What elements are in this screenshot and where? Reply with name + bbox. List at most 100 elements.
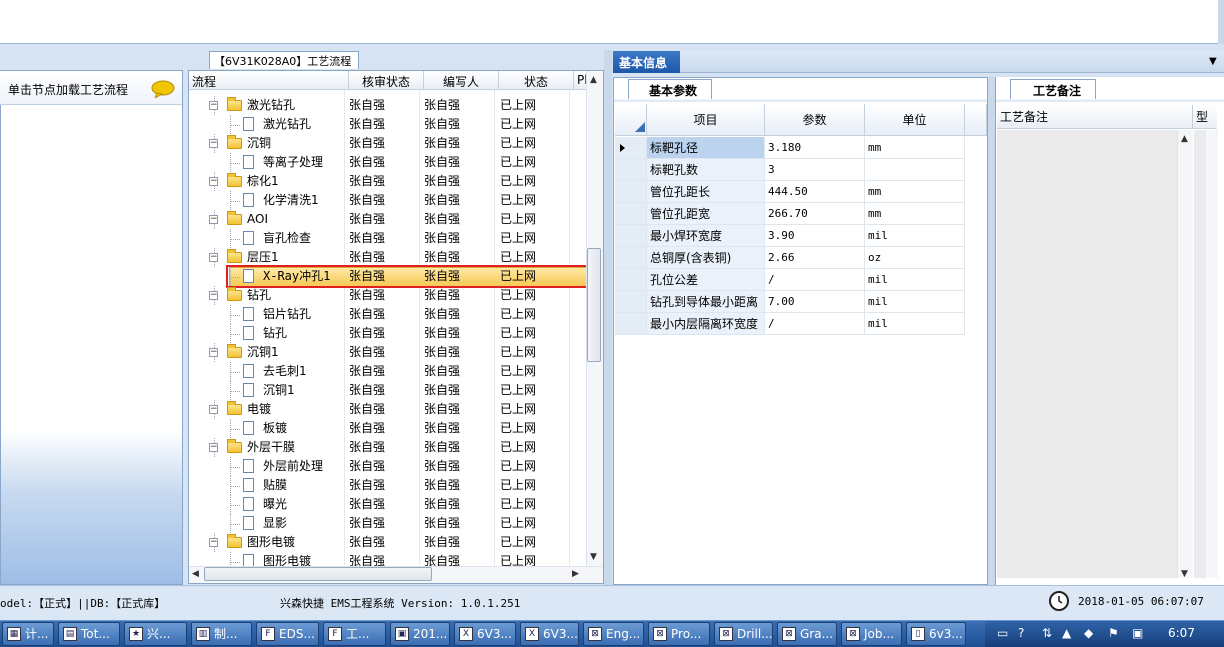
middle-splitter[interactable] <box>604 50 612 585</box>
tree-row[interactable]: 去毛刺1 张自强 张自强 已上网 <box>189 362 587 381</box>
right-splitter[interactable] <box>988 77 995 585</box>
notes-scroll-up-icon[interactable]: ▲ <box>1181 134 1188 144</box>
help-icon[interactable]: ? <box>1018 626 1024 640</box>
notes-column-header[interactable]: 工艺备注 <box>997 105 1193 129</box>
tree-row[interactable]: 曝光 张自强 张自强 已上网 <box>189 495 587 514</box>
scroll-up-icon[interactable]: ▲ <box>590 75 597 85</box>
tree-row[interactable]: 等离子处理 张自强 张自强 已上网 <box>189 153 587 172</box>
param-row[interactable]: 管位孔距宽 266.70 mm <box>615 203 965 225</box>
collapse-toggle-icon[interactable]: − <box>209 538 218 547</box>
tree-row[interactable]: − AOI 张自强 张自强 已上网 <box>189 210 587 229</box>
row-selector[interactable] <box>615 291 647 313</box>
notes-scrollbar[interactable] <box>1177 130 1193 578</box>
tree-row[interactable]: 板镀 张自强 张自强 已上网 <box>189 419 587 438</box>
row-selector[interactable] <box>615 313 647 335</box>
tree-row[interactable]: − 外层干膜 张自强 张自强 已上网 <box>189 438 587 457</box>
param-row[interactable]: 总铜厚(含表铜) 2.66 oz <box>615 247 965 269</box>
col-header-author[interactable]: 编写人 <box>424 71 499 90</box>
param-row[interactable]: 管位孔距长 444.50 mm <box>615 181 965 203</box>
panel-dropdown-icon[interactable]: ▼ <box>1209 56 1217 67</box>
tree-row[interactable]: 激光钻孔 张自强 张自强 已上网 <box>189 115 587 134</box>
tree-row[interactable]: 贴膜 张自强 张自强 已上网 <box>189 476 587 495</box>
grid-header-value[interactable]: 参数 <box>765 104 865 136</box>
row-selector[interactable] <box>615 247 647 269</box>
taskbar-button[interactable]: ▯ 6v3... <box>906 622 966 646</box>
collapse-toggle-icon[interactable]: − <box>209 291 218 300</box>
param-row[interactable]: 孔位公差 / mil <box>615 269 965 291</box>
taskbar-button[interactable]: ▥ 制... <box>191 622 252 646</box>
tree-row[interactable]: − 图形电镀 张自强 张自强 已上网 <box>189 533 587 552</box>
row-selector[interactable] <box>615 203 647 225</box>
notes-type-scrollbar[interactable] <box>1206 130 1218 578</box>
taskbar-button[interactable]: X 6V3... <box>454 622 516 646</box>
tab-basic-params[interactable]: 基本参数 <box>628 79 712 100</box>
param-row[interactable]: 标靶孔径 3.180 mm <box>615 137 965 159</box>
taskbar-button[interactable]: F 工... <box>323 622 386 646</box>
notes-column-header-type[interactable]: 型 <box>1193 105 1217 129</box>
taskbar-button[interactable]: X 6V3... <box>520 622 579 646</box>
row-selector[interactable] <box>615 225 647 247</box>
keyboard-icon[interactable]: ▭ <box>997 626 1008 640</box>
taskbar-button[interactable]: ★ 兴... <box>124 622 187 646</box>
collapse-toggle-icon[interactable]: − <box>209 443 218 452</box>
param-value[interactable]: / <box>765 269 865 291</box>
tree-row[interactable]: 盲孔检查 张自强 张自强 已上网 <box>189 229 587 248</box>
taskbar-button[interactable]: ▣ 201... <box>390 622 450 646</box>
taskbar-button[interactable]: F EDS... <box>256 622 319 646</box>
row-selector[interactable] <box>615 269 647 291</box>
taskbar-button[interactable]: ▦ 计... <box>2 622 54 646</box>
tab-basic-info[interactable]: 基本信息 <box>613 51 680 73</box>
tree-row[interactable]: 外层前处理 张自强 张自强 已上网 <box>189 457 587 476</box>
tree-row[interactable]: − 电镀 张自强 张自强 已上网 <box>189 400 587 419</box>
chat-bubble-icon[interactable] <box>151 80 175 98</box>
col-header-status[interactable]: 状态 <box>499 71 574 90</box>
collapse-toggle-icon[interactable]: − <box>209 101 218 110</box>
param-value[interactable]: 266.70 <box>765 203 865 225</box>
row-selector[interactable] <box>615 159 647 181</box>
taskbar-clock[interactable]: 6:07 <box>1168 626 1195 640</box>
tree-vertical-scroll-thumb[interactable] <box>587 248 601 362</box>
tree-row[interactable]: − 沉铜1 张自强 张自强 已上网 <box>189 343 587 362</box>
horizontal-splitter[interactable] <box>0 44 1224 50</box>
tree-row[interactable]: − 钻孔 张自强 张自强 已上网 <box>189 286 587 305</box>
notes-text-area[interactable] <box>997 130 1193 578</box>
flag-tray-icon[interactable]: ⚑ <box>1108 626 1119 640</box>
scroll-left-icon[interactable]: ◀ <box>192 569 199 579</box>
collapse-toggle-icon[interactable]: − <box>209 177 218 186</box>
grid-header-item[interactable]: 项目 <box>647 104 765 136</box>
collapse-toggle-icon[interactable]: − <box>209 348 218 357</box>
notes-scroll-down-icon[interactable]: ▼ <box>1181 569 1188 579</box>
app-tray-icon[interactable]: ◆ <box>1084 626 1093 640</box>
collapse-toggle-icon[interactable]: − <box>209 139 218 148</box>
col-header-review[interactable]: 核审状态 <box>349 71 424 90</box>
param-value[interactable]: 3.90 <box>765 225 865 247</box>
grid-corner[interactable] <box>615 104 647 136</box>
monitor-tray-icon[interactable]: ▣ <box>1132 626 1143 640</box>
param-row[interactable]: 最小内层隔离环宽度 / mil <box>615 313 965 335</box>
tree-row[interactable]: − 沉铜 张自强 张自强 已上网 <box>189 134 587 153</box>
tree-row[interactable]: 沉铜1 张自强 张自强 已上网 <box>189 381 587 400</box>
taskbar-button[interactable]: ⊠ Eng... <box>583 622 644 646</box>
tab-process-notes[interactable]: 工艺备注 <box>1010 79 1096 100</box>
param-row[interactable]: 钻孔到导体最小距离 7.00 mil <box>615 291 965 313</box>
process-flow-tab[interactable]: 【6V31K028A0】工艺流程 <box>209 51 359 69</box>
tree-horizontal-scroll-thumb[interactable] <box>204 567 432 581</box>
param-row[interactable]: 标靶孔数 3 <box>615 159 965 181</box>
param-value[interactable]: 3 <box>765 159 865 181</box>
tree-row[interactable]: − 激光钻孔 张自强 张自强 已上网 <box>189 96 587 115</box>
param-value[interactable]: 2.66 <box>765 247 865 269</box>
tree-row[interactable]: − 层压1 张自强 张自强 已上网 <box>189 248 587 267</box>
param-row[interactable]: 最小焊环宽度 3.90 mil <box>615 225 965 247</box>
row-selector[interactable] <box>615 137 647 159</box>
taskbar-button[interactable]: ▤ Tot... <box>58 622 120 646</box>
param-value[interactable]: 3.180 <box>765 137 865 159</box>
grid-header-unit[interactable]: 单位 <box>865 104 965 136</box>
scroll-right-icon[interactable]: ▶ <box>572 569 579 579</box>
collapse-toggle-icon[interactable]: − <box>209 253 218 262</box>
param-value[interactable]: 7.00 <box>765 291 865 313</box>
param-value[interactable]: 444.50 <box>765 181 865 203</box>
taskbar-button[interactable]: ⊠ Gra... <box>777 622 837 646</box>
tree-row[interactable]: − 棕化1 张自强 张自强 已上网 <box>189 172 587 191</box>
taskbar-button[interactable]: ⊠ Pro... <box>648 622 710 646</box>
collapse-toggle-icon[interactable]: − <box>209 215 218 224</box>
